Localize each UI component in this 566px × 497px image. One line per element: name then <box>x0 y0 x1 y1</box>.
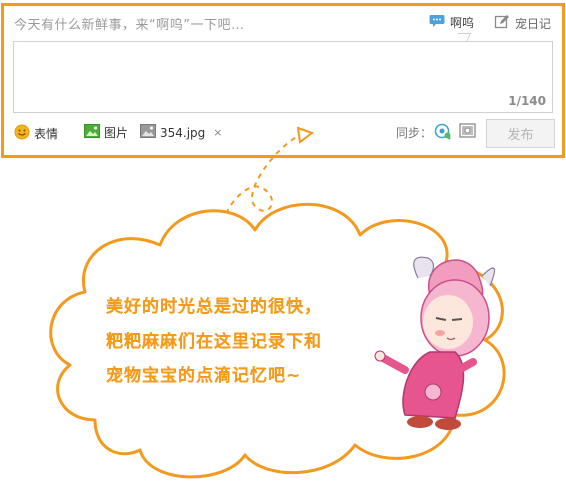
arrow-head-icon <box>296 126 315 144</box>
cloud-text-line-2: 粑粑麻麻们在这里记录下和 <box>106 332 322 352</box>
cloud-text-line-3: 宠物宝宝的点滴记忆吧~ <box>106 366 302 386</box>
cloud-text-line-1: 美好的时光总是过的很快， <box>106 297 322 317</box>
cloud-illustration <box>49 126 506 479</box>
